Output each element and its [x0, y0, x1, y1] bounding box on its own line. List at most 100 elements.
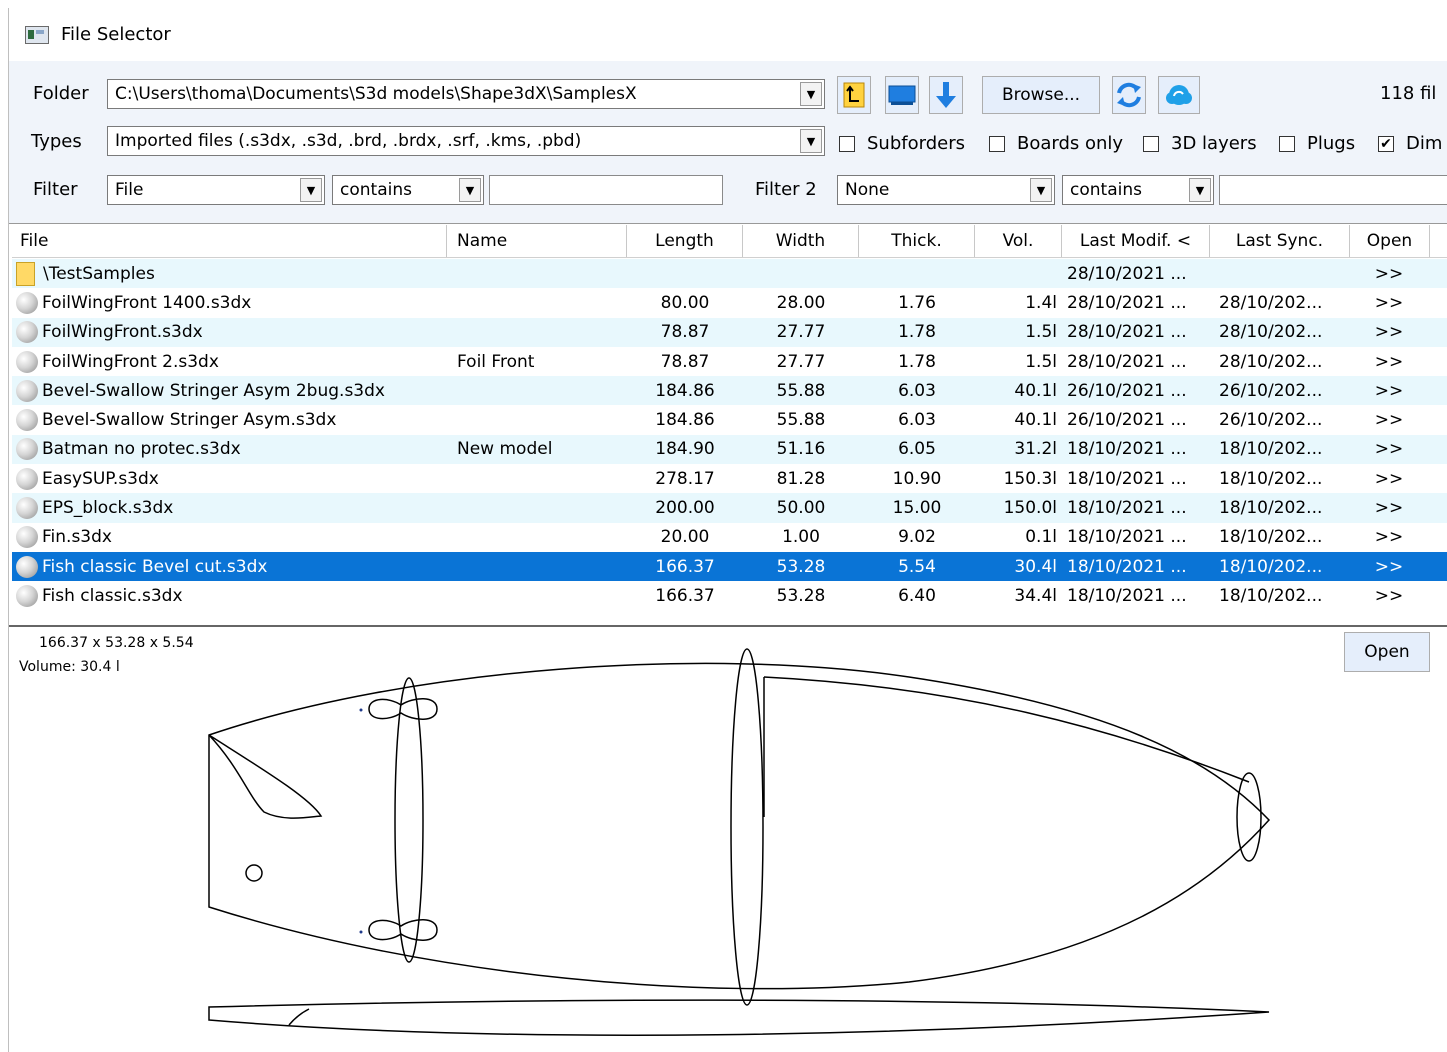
cell-file[interactable]: \TestSamples	[12, 261, 447, 286]
cell-open-link[interactable]: >>	[1350, 264, 1428, 284]
filter2-op-combo[interactable]: contains ▼	[1062, 175, 1214, 205]
cell-file[interactable]: Bevel-Swallow Stringer Asym.s3dx	[12, 409, 447, 432]
cell-width: 27.77	[776, 322, 826, 343]
screen-button[interactable]	[885, 76, 919, 114]
chevron-down-icon[interactable]: ▼	[1189, 178, 1211, 202]
table-row[interactable]: \TestSamples 28/10/2021 ... >>	[12, 259, 1447, 289]
cell-open-link[interactable]: >>	[1350, 352, 1428, 372]
table-row[interactable]: Bevel-Swallow Stringer Asym.s3dx 184.86 55…	[12, 405, 1447, 434]
column-header-vol[interactable]: Vol.	[975, 225, 1062, 257]
plug-circle	[245, 864, 263, 882]
filter-op-combo[interactable]: contains ▼	[332, 175, 484, 205]
table-row[interactable]: Batman no protec.s3dx New model 184.90 51.1…	[12, 434, 1447, 465]
table-row[interactable]: FoilWingFront 2.s3dx Foil Front 78.87 27.77…	[12, 347, 1447, 376]
checkbox-box[interactable]	[1143, 135, 1159, 152]
dim-checkbox[interactable]: ✔ Dim	[1378, 133, 1442, 154]
table-row[interactable]: FoilWingFront.s3dx 78.87 27.77 1.78 1.5l 28/1…	[12, 317, 1447, 347]
checkbox-label: Boards only	[1017, 133, 1124, 154]
browse-button[interactable]: Browse...	[982, 76, 1100, 114]
cell-last-sync: 26/10/202...	[1219, 380, 1323, 401]
cell-thick: 5.54	[898, 556, 936, 577]
column-header-last-modif[interactable]: Last Modif. <	[1062, 225, 1210, 257]
cell-vol: 1.4l	[1025, 292, 1057, 313]
folder-up-button[interactable]	[837, 76, 871, 114]
types-combo[interactable]: Imported files (.s3dx, .s3d, .brd, .brdx…	[107, 126, 825, 156]
cell-open-link[interactable]: >>	[1350, 439, 1428, 459]
cell-file[interactable]: EasySUP.s3dx	[12, 467, 447, 490]
cell-last-sync: 28/10/202...	[1219, 322, 1323, 343]
table-row[interactable]: Fish classic Bevel cut.s3dx 166.37 53.28 5.…	[12, 551, 1447, 582]
center-band	[730, 648, 764, 1006]
cell-thick: 9.02	[898, 527, 936, 548]
checkbox-box[interactable]: ✔	[1378, 135, 1394, 152]
cell-open-link[interactable]: >>	[1350, 498, 1428, 518]
cell-open-link[interactable]: >>	[1350, 527, 1428, 547]
cell-file[interactable]: Bevel-Swallow Stringer Asym 2bug.s3dx	[12, 379, 447, 402]
column-header-length[interactable]: Length	[627, 225, 743, 257]
filter-field-combo[interactable]: File ▼	[107, 175, 325, 205]
checkbox-box[interactable]	[989, 135, 1005, 152]
nose-cap	[1236, 772, 1262, 862]
column-header-file[interactable]: File	[12, 225, 447, 257]
table-row[interactable]: Fin.s3dx 20.00 1.00 9.02 0.1l 18/10/2021 ... 1…	[12, 523, 1447, 552]
cell-length: 166.37	[655, 556, 715, 577]
download-button[interactable]	[929, 76, 963, 114]
cell-open-link[interactable]: >>	[1350, 410, 1428, 430]
folder-combo[interactable]: C:\Users\thoma\Documents\S3d models\Shap…	[107, 79, 825, 109]
cell-file[interactable]: Fish classic Bevel cut.s3dx	[12, 555, 447, 578]
cell-width: 27.77	[776, 351, 826, 372]
open-button[interactable]: Open	[1344, 632, 1430, 672]
plugs-checkbox[interactable]: Plugs	[1279, 133, 1355, 154]
cell-open-link[interactable]: >>	[1350, 469, 1428, 489]
filter2-field-combo[interactable]: None ▼	[837, 175, 1055, 205]
cell-thick: 15.00	[892, 498, 942, 519]
column-header-open[interactable]: Open	[1350, 225, 1430, 257]
checkbox-box[interactable]	[839, 135, 855, 152]
column-header-last-sync[interactable]: Last Sync.	[1210, 225, 1350, 257]
cell-file[interactable]: FoilWingFront 2.s3dx	[12, 350, 447, 373]
table-row[interactable]: EPS_block.s3dx 200.00 50.00 15.00 150.0l 18/1…	[12, 493, 1447, 523]
cell-file[interactable]: Batman no protec.s3dx	[12, 438, 447, 461]
chevron-down-icon[interactable]: ▼	[800, 82, 822, 106]
file-list[interactable]: File Name Length Width Thick. Vol. Last …	[9, 223, 1447, 626]
checkbox-box[interactable]	[1279, 135, 1295, 152]
board-preview-panel: 166.37 x 53.28 x 5.54 Volume: 30.4 l Ope…	[9, 625, 1447, 1052]
cell-thick: 10.90	[892, 468, 942, 489]
cell-file[interactable]: FoilWingFront 1400.s3dx	[12, 291, 447, 314]
cell-file[interactable]: Fin.s3dx	[12, 526, 447, 549]
column-header-width[interactable]: Width	[743, 225, 859, 257]
cell-open-link[interactable]: >>	[1350, 322, 1428, 342]
cell-open-link[interactable]: >>	[1350, 381, 1428, 401]
cell-last-sync: 28/10/202...	[1219, 351, 1323, 372]
file-name-text: Bevel-Swallow Stringer Asym.s3dx	[42, 410, 337, 431]
filter2-text-input[interactable]	[1219, 175, 1447, 205]
table-row[interactable]: Fish classic.s3dx 166.37 53.28 6.40 34.4l 18/…	[12, 581, 1447, 610]
cell-open-link[interactable]: >>	[1350, 586, 1428, 606]
cell-open-link[interactable]: >>	[1350, 557, 1428, 577]
cell-file[interactable]: FoilWingFront.s3dx	[12, 321, 447, 344]
cell-file[interactable]: Fish classic.s3dx	[12, 584, 447, 607]
column-header-thick[interactable]: Thick.	[859, 225, 975, 257]
subfolders-checkbox[interactable]: Subforders	[839, 133, 965, 154]
boards-only-checkbox[interactable]: Boards only	[989, 133, 1123, 154]
table-row[interactable]: Bevel-Swallow Stringer Asym 2bug.s3dx 184…	[12, 376, 1447, 406]
chevron-down-icon[interactable]: ▼	[459, 178, 481, 202]
chevron-down-icon[interactable]: ▼	[300, 178, 322, 202]
filter-text-input[interactable]	[489, 175, 723, 205]
table-row[interactable]: FoilWingFront 1400.s3dx 80.00 28.00 1.76 1.4…	[12, 288, 1447, 317]
cloud-button[interactable]	[1158, 76, 1200, 114]
types-label: Types	[31, 131, 82, 152]
cell-vol: 150.3l	[1003, 468, 1057, 489]
chevron-down-icon[interactable]: ▼	[1030, 178, 1052, 202]
app-icon	[25, 25, 49, 44]
cell-thick: 6.05	[898, 439, 936, 460]
file-name-text: FoilWingFront.s3dx	[42, 322, 203, 343]
3d-layers-checkbox[interactable]: 3D layers	[1143, 133, 1257, 154]
cell-vol: 150.0l	[1003, 498, 1057, 519]
table-row[interactable]: EasySUP.s3dx 278.17 81.28 10.90 150.3l 18/10/…	[12, 464, 1447, 493]
chevron-down-icon[interactable]: ▼	[800, 129, 822, 153]
cell-open-link[interactable]: >>	[1350, 293, 1428, 313]
cell-file[interactable]: EPS_block.s3dx	[12, 497, 447, 520]
column-header-name[interactable]: Name	[447, 225, 627, 257]
refresh-button[interactable]	[1112, 76, 1146, 114]
